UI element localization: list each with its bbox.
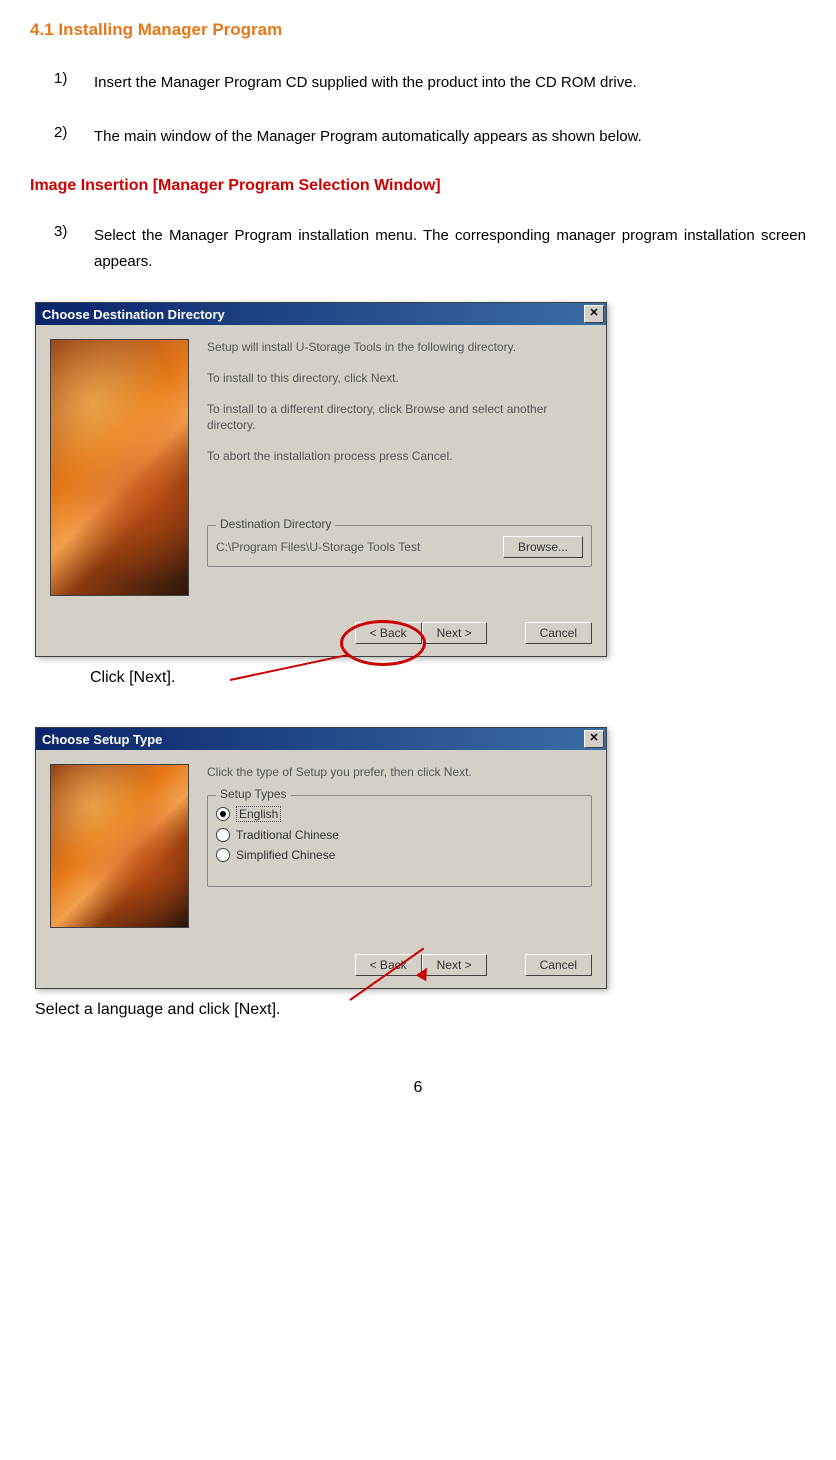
titlebar: Choose Setup Type ✕ <box>36 728 606 750</box>
dialog-button-row: < Back Next > Cancel <box>36 610 606 656</box>
dialog-body: Click the type of Setup you prefer, then… <box>36 750 606 942</box>
setup-types-fieldset: Setup Types English Traditional Chinese … <box>207 795 592 887</box>
fieldset-legend: Setup Types <box>216 787 291 801</box>
next-button[interactable]: Next > <box>422 622 487 644</box>
destination-path: C:\Program Files\U-Storage Tools Test <box>216 540 420 554</box>
list-item: 2) The main window of the Manager Progra… <box>54 124 806 150</box>
radio-label: English <box>236 806 281 822</box>
close-button[interactable]: ✕ <box>584 730 604 748</box>
fieldset-legend: Destination Directory <box>216 517 335 531</box>
list-marker: 3) <box>54 223 94 274</box>
radio-icon <box>216 848 230 862</box>
next-button[interactable]: Next > <box>422 954 487 976</box>
list-text: The main window of the Manager Program a… <box>94 124 806 150</box>
radio-label: Traditional Chinese <box>236 828 339 842</box>
radio-icon <box>216 807 230 821</box>
dialog-wrapper-2: Choose Setup Type ✕ Click the type of Se… <box>30 727 806 989</box>
back-button[interactable]: < Back <box>355 622 422 644</box>
dialog-text: To abort the installation process press … <box>207 448 592 465</box>
radio-icon <box>216 828 230 842</box>
wizard-side-image <box>50 764 189 928</box>
list-text: Insert the Manager Program CD supplied w… <box>94 70 806 96</box>
dialog-button-row: < Back Next > Cancel <box>36 942 606 988</box>
page-number: 6 <box>30 1079 806 1097</box>
list-item: 3) Select the Manager Program installati… <box>54 223 806 274</box>
wizard-side-image <box>50 339 189 596</box>
dialog-body: Setup will install U-Storage Tools in th… <box>36 325 606 610</box>
radio-label: Simplified Chinese <box>236 848 335 862</box>
list-marker: 1) <box>54 70 94 96</box>
ordered-list: 3) Select the Manager Program installati… <box>54 223 806 274</box>
list-item: 1) Insert the Manager Program CD supplie… <box>54 70 806 96</box>
ordered-list: 1) Insert the Manager Program CD supplie… <box>54 70 806 149</box>
list-marker: 2) <box>54 124 94 150</box>
dialog-text: To install to a different directory, cli… <box>207 401 592 435</box>
close-button[interactable]: ✕ <box>584 305 604 323</box>
select-language-caption: Select a language and click [Next]. <box>35 1001 806 1019</box>
dialog-text: To install to this directory, click Next… <box>207 370 592 387</box>
dialog-wrapper-1: Choose Destination Directory ✕ Setup wil… <box>30 302 806 657</box>
cancel-button[interactable]: Cancel <box>525 622 592 644</box>
back-button[interactable]: < Back <box>355 954 422 976</box>
dialog-content: Click the type of Setup you prefer, then… <box>207 764 592 928</box>
section-heading: 4.1 Installing Manager Program <box>30 20 806 40</box>
radio-option-traditional-chinese[interactable]: Traditional Chinese <box>216 828 583 842</box>
dialog-text: Setup will install U-Storage Tools in th… <box>207 339 592 356</box>
choose-setup-type-dialog: Choose Setup Type ✕ Click the type of Se… <box>35 727 607 989</box>
close-icon: ✕ <box>589 307 598 319</box>
list-text: Select the Manager Program installation … <box>94 223 806 274</box>
dialog-title: Choose Destination Directory <box>42 307 225 322</box>
browse-button[interactable]: Browse... <box>503 536 583 558</box>
click-next-caption: Click [Next]. <box>90 669 806 687</box>
image-insertion-label: Image Insertion [Manager Program Selecti… <box>30 177 806 195</box>
radio-option-english[interactable]: English <box>216 806 583 822</box>
destination-fieldset: Destination Directory C:\Program Files\U… <box>207 525 592 567</box>
cancel-button[interactable]: Cancel <box>525 954 592 976</box>
close-icon: ✕ <box>589 732 598 744</box>
choose-destination-dialog: Choose Destination Directory ✕ Setup wil… <box>35 302 607 657</box>
dialog-text: Click the type of Setup you prefer, then… <box>207 764 592 781</box>
dialog-title: Choose Setup Type <box>42 732 162 747</box>
titlebar: Choose Destination Directory ✕ <box>36 303 606 325</box>
dialog-content: Setup will install U-Storage Tools in th… <box>207 339 592 596</box>
radio-option-simplified-chinese[interactable]: Simplified Chinese <box>216 848 583 862</box>
